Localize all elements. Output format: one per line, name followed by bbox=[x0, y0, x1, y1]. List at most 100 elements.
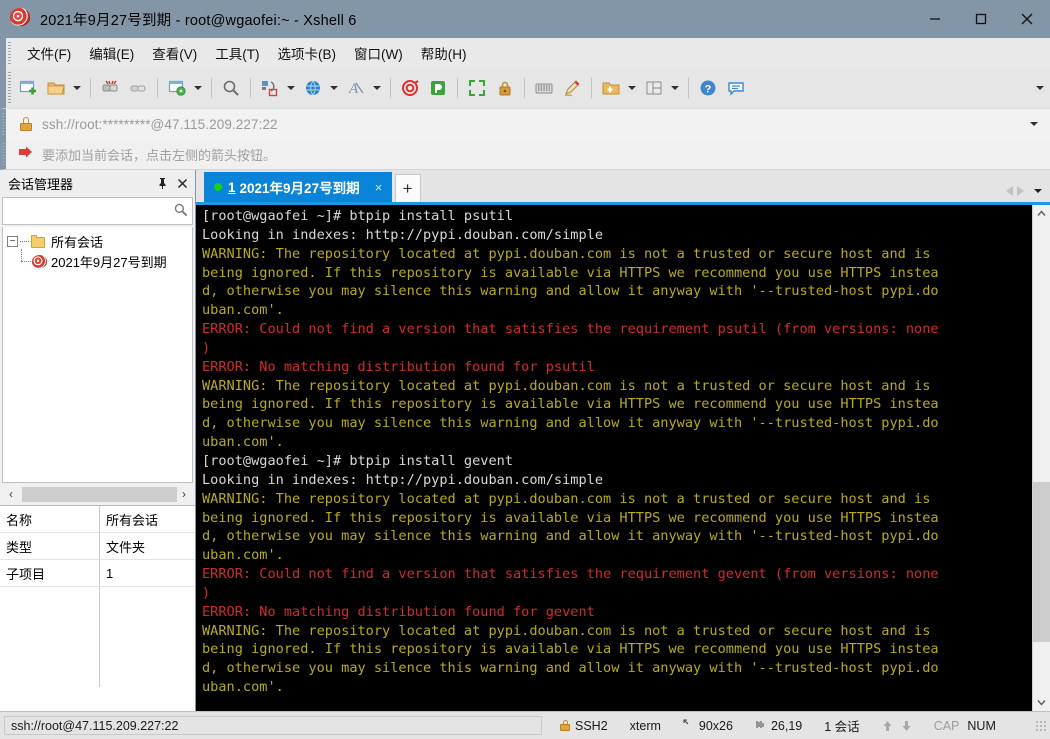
terminal-line: being ignored. If this repository is ava… bbox=[202, 264, 939, 281]
chevron-down-icon[interactable] bbox=[1033, 694, 1050, 711]
hscroll-thumb[interactable] bbox=[22, 486, 177, 502]
address-bar-grip[interactable] bbox=[2, 113, 5, 135]
session-properties-dropdown-icon[interactable] bbox=[191, 74, 204, 102]
terminal-wrapper: [root@wgaofei ~]# btpip install psutil Lo… bbox=[196, 205, 1050, 711]
tab-close-icon[interactable]: × bbox=[372, 180, 386, 195]
arrow-down-icon bbox=[897, 716, 916, 735]
lock-icon[interactable] bbox=[492, 74, 518, 102]
menu-view[interactable]: 查看(V) bbox=[143, 39, 206, 67]
chevron-down-icon[interactable] bbox=[1034, 189, 1042, 193]
find-icon[interactable] bbox=[218, 74, 244, 102]
search-icon[interactable] bbox=[173, 202, 188, 220]
hscroll-track[interactable] bbox=[20, 486, 177, 502]
reconnect-icon[interactable] bbox=[125, 74, 151, 102]
open-folder-dropdown-icon[interactable] bbox=[70, 74, 83, 102]
toolbar-grip[interactable] bbox=[8, 72, 11, 104]
globe-icon[interactable] bbox=[300, 74, 326, 102]
triangle-left-icon[interactable] bbox=[1006, 186, 1013, 196]
new-tab-button[interactable]: + bbox=[394, 174, 421, 202]
terminal-line: being ignored. If this repository is ava… bbox=[202, 641, 939, 658]
triangle-right-icon[interactable] bbox=[1017, 186, 1024, 196]
scroll-track[interactable] bbox=[1033, 222, 1050, 694]
close-icon[interactable] bbox=[173, 174, 191, 192]
chevron-up-icon[interactable] bbox=[1033, 205, 1050, 222]
menu-tabs[interactable]: 选项卡(B) bbox=[269, 39, 346, 67]
close-button[interactable] bbox=[1004, 0, 1050, 38]
chevron-left-icon[interactable]: ‹ bbox=[2, 484, 20, 504]
add-folder-dropdown-icon[interactable] bbox=[625, 74, 638, 102]
scroll-thumb[interactable] bbox=[1033, 481, 1050, 643]
font-dropdown-icon[interactable] bbox=[370, 74, 383, 102]
menu-grip[interactable] bbox=[8, 42, 11, 64]
terminal-line: WARNING: The repository located at pypi.… bbox=[202, 490, 931, 507]
menu-window[interactable]: 窗口(W) bbox=[345, 39, 412, 67]
chevron-right-icon[interactable]: › bbox=[175, 484, 193, 504]
disconnect-icon[interactable] bbox=[97, 74, 123, 102]
toolbar-separator bbox=[591, 78, 592, 98]
chat-icon[interactable] bbox=[723, 74, 749, 102]
font-icon[interactable]: A bbox=[343, 74, 369, 102]
menu-tools[interactable]: 工具(T) bbox=[206, 39, 268, 67]
session-search-box[interactable] bbox=[2, 197, 193, 225]
maximize-button[interactable] bbox=[958, 0, 1004, 38]
hint-bar-grip[interactable] bbox=[2, 143, 5, 165]
globe-dropdown-icon[interactable] bbox=[327, 74, 340, 102]
layout-icon[interactable] bbox=[641, 74, 667, 102]
terminal-line: d, otherwise you may silence this warnin… bbox=[202, 415, 939, 432]
tree-node-all-sessions[interactable]: − 所有会话 bbox=[3, 231, 192, 251]
status-sessions: 1 会话 bbox=[824, 720, 860, 734]
session-tree-hscrollbar[interactable]: ‹ › bbox=[2, 483, 193, 505]
address-dropdown-icon[interactable] bbox=[1030, 122, 1038, 126]
terminal-line: Looking in indexes: http://pypi.douban.c… bbox=[202, 471, 604, 488]
folder-icon bbox=[31, 234, 46, 248]
fullscreen-icon[interactable] bbox=[464, 74, 490, 102]
minimize-button[interactable] bbox=[912, 0, 958, 38]
menu-edit[interactable]: 编辑(E) bbox=[80, 39, 143, 67]
xshell-window: 2021年9月27号到期 - root@wgaofei:~ - Xshell 6… bbox=[0, 0, 1050, 739]
toolbar-overflow-icon[interactable] bbox=[1030, 74, 1050, 102]
address-input[interactable]: ssh://root:*********@47.115.209.227:22 bbox=[42, 117, 278, 132]
highlight-icon[interactable] bbox=[559, 74, 585, 102]
terminal-output[interactable]: [root@wgaofei ~]# btpip install psutil Lo… bbox=[196, 205, 1032, 711]
pin-icon[interactable] bbox=[153, 174, 171, 192]
status-term-type: xterm bbox=[629, 718, 661, 733]
snail-icon[interactable] bbox=[397, 74, 423, 102]
keyboard-icon[interactable] bbox=[531, 74, 557, 102]
layout-dropdown-icon[interactable] bbox=[668, 74, 681, 102]
tree-node-label: 2021年9月27号到期 bbox=[51, 254, 167, 270]
connected-status-icon bbox=[214, 183, 222, 191]
add-folder-icon[interactable] bbox=[598, 74, 624, 102]
open-folder-icon[interactable] bbox=[43, 74, 69, 102]
hint-bar: 要添加当前会话，点击左侧的箭头按钮。 bbox=[0, 139, 1050, 170]
session-tree[interactable]: − 所有会话 2021年9月27号到期 bbox=[2, 227, 193, 483]
status-protocol-label: SSH2 bbox=[575, 718, 608, 733]
status-size: 90x26 bbox=[679, 716, 737, 735]
menu-file[interactable]: 文件(F) bbox=[18, 39, 80, 67]
tree-expander-icon[interactable]: − bbox=[7, 235, 18, 247]
menu-help[interactable]: 帮助(H) bbox=[412, 39, 476, 67]
help-icon[interactable]: ? bbox=[695, 74, 721, 102]
terminal-line: [root@wgaofei ~]# btpip install gevent bbox=[202, 452, 513, 469]
toolbar-separator bbox=[90, 78, 91, 98]
tab-label: 2021年9月27号到期 bbox=[239, 181, 360, 196]
session-properties-icon[interactable] bbox=[164, 74, 190, 102]
tab-session-1[interactable]: 1 2021年9月27号到期 × bbox=[204, 172, 392, 202]
property-key: 类型 bbox=[0, 533, 100, 559]
terminal-line: ERROR: No matching distribution found fo… bbox=[202, 358, 595, 375]
terminal-line: uban.com'. bbox=[202, 302, 284, 319]
tree-node-session[interactable]: 2021年9月27号到期 bbox=[3, 249, 192, 271]
search-input[interactable] bbox=[7, 203, 173, 219]
table-row: 子项目 1 bbox=[0, 560, 195, 587]
status-cursor: 26,19 bbox=[751, 716, 806, 735]
session-manager-title: 会话管理器 bbox=[8, 176, 74, 192]
tree-connector bbox=[19, 249, 32, 271]
red-arrow-icon[interactable] bbox=[18, 146, 34, 163]
transfer-icon[interactable] bbox=[257, 74, 283, 102]
window-resize-grip[interactable] bbox=[1035, 719, 1047, 732]
new-session-icon[interactable] bbox=[15, 74, 41, 102]
title-bar: 2021年9月27号到期 - root@wgaofei:~ - Xshell 6 bbox=[0, 0, 1050, 38]
terminal-scrollbar[interactable] bbox=[1032, 205, 1050, 711]
xftp-icon[interactable] bbox=[425, 74, 451, 102]
transfer-dropdown-icon[interactable] bbox=[284, 74, 297, 102]
terminal-pane: 1 2021年9月27号到期 × + [root@wgaofei ~]# btp… bbox=[196, 170, 1050, 711]
